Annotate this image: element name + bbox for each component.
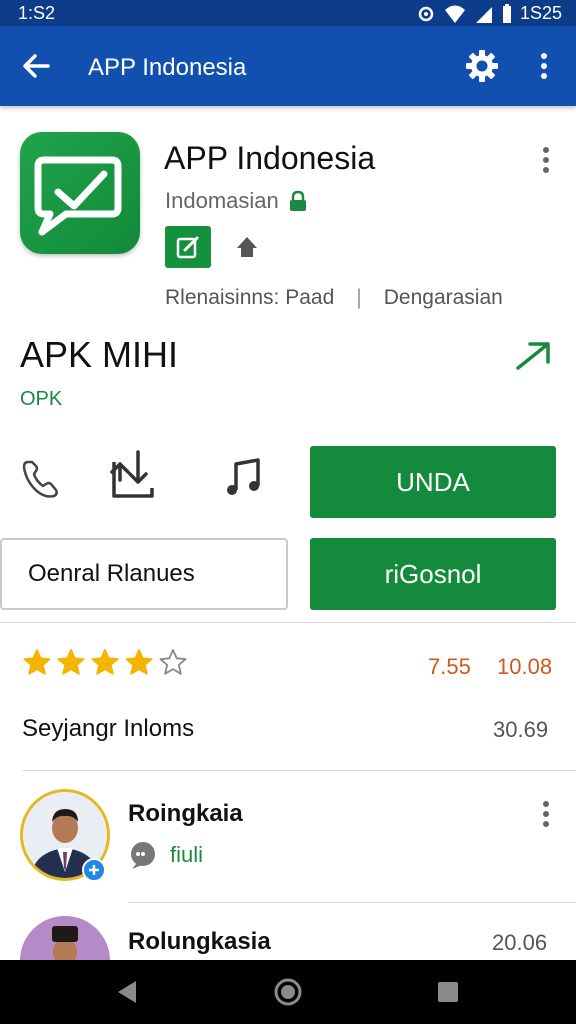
nav-back-icon: [118, 981, 136, 1003]
review-more-button[interactable]: [534, 798, 558, 830]
app-name: APP Indonesia: [164, 140, 376, 176]
install-button-label: UNDA: [396, 466, 470, 497]
review-value: 20.06: [492, 930, 548, 955]
section-title: APK MIHI: [20, 334, 179, 375]
status-bar: 1:S2 1S25: [0, 0, 576, 26]
header-more-button[interactable]: [534, 144, 558, 176]
app-bar-more-button[interactable]: [530, 48, 558, 84]
review-author[interactable]: Roingkaia: [128, 800, 243, 828]
meta-divider: |: [356, 286, 362, 309]
divider: [0, 622, 576, 623]
app-bar-title: APP Indonesia: [88, 54, 247, 81]
status-clock: 1S25: [519, 3, 562, 23]
nav-home-button[interactable]: [272, 976, 304, 1008]
divider: [128, 902, 576, 903]
battery-icon: [502, 3, 511, 23]
more-vert-icon: [541, 53, 547, 79]
section-subtitle: OPK: [20, 388, 63, 410]
star-empty-icon: [159, 649, 187, 675]
edit-icon: [176, 236, 199, 259]
secondary-button[interactable]: riGosnol: [310, 538, 556, 610]
verified-badge: [82, 858, 106, 882]
settings-button[interactable]: [464, 48, 500, 84]
review-meta-text: fiuli: [170, 842, 204, 867]
signal-icon: [475, 6, 492, 23]
star-filled-icon: [23, 649, 51, 675]
status-time: 1:S2: [18, 3, 56, 23]
info-value: 30.69: [493, 717, 549, 742]
share-button[interactable]: [108, 448, 156, 498]
chat-check-icon: [34, 156, 122, 236]
wifi-icon: [444, 5, 465, 23]
navigation-bar: [0, 960, 576, 1024]
phone-button[interactable]: [18, 454, 66, 502]
more-vert-icon: [543, 147, 549, 173]
arrow-right-icon: [516, 342, 550, 370]
plus-icon: [89, 865, 99, 875]
more-vert-icon: [543, 801, 549, 827]
back-arrow-icon: [23, 54, 50, 78]
star-filled-icon: [57, 649, 85, 675]
review-author[interactable]: Rolungkasia: [128, 928, 271, 956]
badge-row: [165, 226, 259, 268]
home-icon: [237, 237, 257, 257]
nav-back-button[interactable]: [112, 976, 144, 1008]
nav-recents-icon: [438, 982, 458, 1002]
star-filled-icon: [91, 649, 119, 675]
chat-bubble-icon: [131, 842, 155, 869]
star-filled-icon: [125, 649, 153, 675]
meta-right: Dengarasian: [383, 286, 503, 309]
rating-value-a: 7.55: [428, 654, 471, 679]
meta-left: Rlenaisinns: Paad: [165, 286, 335, 309]
status-icons: 1S25: [416, 3, 562, 24]
section-arrow-button[interactable]: [512, 336, 554, 376]
divider: [22, 770, 576, 771]
phone-icon: [22, 460, 58, 498]
meta-row: Rlenaisinns: Paad | Dengarasian: [165, 286, 555, 310]
developer-name[interactable]: Indomasian: [165, 188, 279, 214]
share-icon: [110, 450, 154, 498]
lock-icon: [289, 190, 306, 211]
info-label: Seyjangr Inloms: [22, 715, 195, 742]
secondary-button-label: riGosnol: [384, 558, 482, 589]
rating-stars: [22, 648, 188, 678]
settings-icon: [418, 6, 434, 21]
music-button[interactable]: [222, 456, 270, 504]
app-icon[interactable]: [20, 132, 140, 254]
review-meta: fiuli: [128, 840, 203, 870]
nav-recents-button[interactable]: [432, 976, 464, 1008]
settings-icon: [466, 50, 498, 82]
edit-badge[interactable]: [165, 226, 211, 268]
rating-value-b: 10.08: [497, 654, 553, 679]
music-icon: [227, 458, 260, 495]
nav-home-icon: [274, 978, 302, 1006]
back-button[interactable]: [18, 48, 54, 84]
install-button[interactable]: UNDA: [310, 446, 556, 518]
developer-row: Indomasian: [165, 188, 309, 214]
app-bar: APP Indonesia: [0, 26, 576, 106]
general-button-label: Oenral Rlanues: [28, 560, 195, 587]
general-button[interactable]: Oenral Rlanues: [0, 538, 288, 610]
